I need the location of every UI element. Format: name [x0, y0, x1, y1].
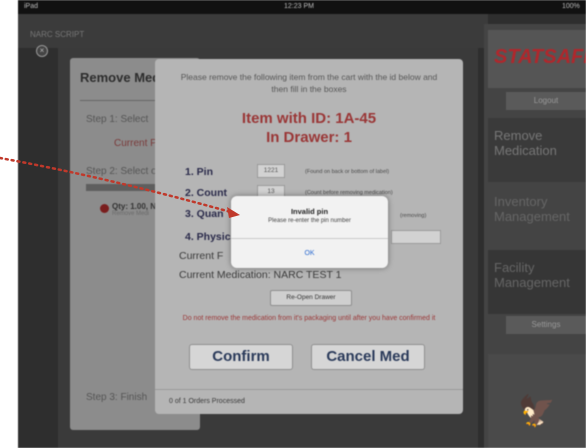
sidebar-item-inventory-management[interactable]: Inventory Management	[488, 184, 586, 248]
reopen-drawer-button[interactable]: Re-Open Drawer	[270, 290, 352, 306]
app-header: NARC SCRIPT	[18, 14, 488, 48]
pin-input[interactable]: 1221	[257, 164, 285, 178]
alert-ok-button[interactable]: OK	[231, 250, 388, 257]
modal-instruction: Please remove the following item from th…	[180, 72, 438, 94]
item-id-line: Item with ID: 1A-45	[241, 110, 377, 127]
current-medication-line: Current Medication: NARC TEST 1	[179, 269, 342, 281]
step1-label: Step 1: Select	[86, 114, 149, 125]
cancel-med-button[interactable]: Cancel Med	[311, 344, 425, 370]
sidebar-item-facility-management[interactable]: Facility Management	[488, 250, 586, 314]
pin-hint: (Found on back or bottom of label)	[305, 169, 390, 175]
battery-label: 100%	[562, 3, 580, 10]
quantity-hint: (removing)	[400, 213, 427, 219]
step3-label: Step 3: Finish	[86, 392, 148, 403]
current-patient-line: Current F	[179, 250, 224, 262]
statsafe-logo: STATSAFE	[488, 30, 586, 88]
alert-message: Please re-enter the pin number	[268, 218, 351, 224]
invalid-pin-alert: Invalid pin Please re-enter the pin numb…	[231, 196, 388, 268]
physician-label: 4. Physic	[185, 231, 231, 243]
carrier-label: iPad	[24, 3, 39, 10]
pin-label: 1. Pin	[185, 166, 214, 178]
alert-divider	[231, 238, 388, 239]
ipad-screen: iPad 12:23 PM 100% NARC SCRIPT × STATSAF…	[18, 0, 586, 448]
status-bar: iPad 12:23 PM 100%	[18, 0, 586, 14]
current-patient-label: Current P	[114, 138, 157, 149]
alert-title: Invalid pin	[290, 207, 329, 216]
drawer-line: In Drawer: 1	[266, 129, 352, 146]
sidebar: STATSAFE Logout Remove Medication Invent…	[484, 24, 586, 448]
eagle-icon: 🦅	[518, 395, 556, 428]
app-title: NARC SCRIPT	[30, 30, 85, 39]
confirm-button[interactable]: Confirm	[189, 344, 293, 370]
remove-dot-icon[interactable]	[100, 204, 109, 213]
item-id-heading: Item with ID: 1A-45 In Drawer: 1	[175, 109, 443, 147]
clock: 12:23 PM	[284, 3, 314, 10]
close-icon[interactable]: ×	[36, 45, 48, 57]
qty-sub-label: Remove Medi	[112, 211, 150, 217]
packaging-warning: Do not remove the medication from it's p…	[182, 315, 436, 322]
orders-processed-footer: 0 of 1 Orders Processed	[155, 389, 463, 414]
sidebar-item-remove-medication[interactable]: Remove Medication	[488, 118, 586, 182]
eagle-logo: 🦅	[488, 354, 586, 448]
count-label: 2. Count	[185, 187, 227, 199]
step2-label: Step 2: Select o	[86, 166, 157, 177]
quantity-label: 3. Quan	[185, 208, 224, 220]
logout-button[interactable]: Logout	[506, 92, 586, 110]
settings-button[interactable]: Settings	[506, 316, 586, 334]
physician-input[interactable]	[391, 230, 441, 244]
